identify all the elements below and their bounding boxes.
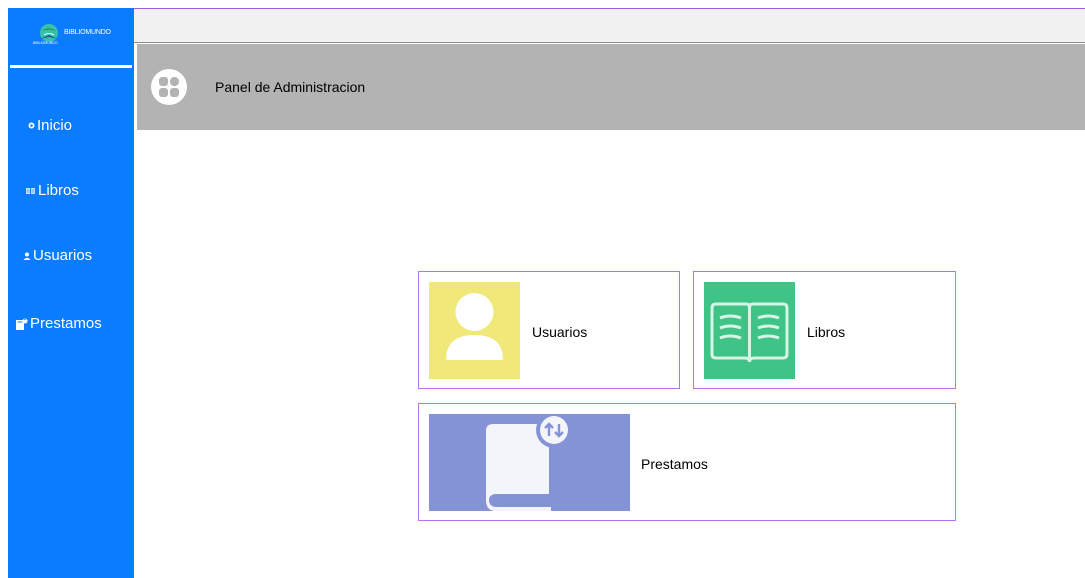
home-icon: [28, 122, 35, 129]
card-label: Usuarios: [532, 324, 588, 340]
book-transfer-icon: [429, 414, 630, 511]
usuarios-card[interactable]: Usuarios: [418, 271, 680, 389]
sidebar: BIBLIOMUNDO BIBLIOMUNDO Inicio Libros Us…: [8, 8, 134, 578]
open-book-icon: [704, 282, 795, 379]
sidebar-divider: [10, 65, 132, 68]
books-icon: [26, 187, 36, 194]
dashboard-grid-icon: [151, 69, 187, 105]
brand-subtitle: BIBLIOMUNDO: [33, 41, 58, 45]
brand[interactable]: BIBLIOMUNDO BIBLIOMUNDO: [8, 8, 134, 64]
sidebar-item-inicio[interactable]: Inicio: [28, 117, 72, 134]
loan-icon: [15, 318, 28, 330]
top-bar: [134, 8, 1085, 43]
user-avatar-icon: [429, 282, 520, 379]
card-label: Prestamos: [641, 456, 708, 472]
user-icon: [23, 252, 31, 260]
sidebar-item-label: Prestamos: [30, 315, 102, 332]
sidebar-item-prestamos[interactable]: Prestamos: [15, 315, 102, 332]
sidebar-item-libros[interactable]: Libros: [26, 182, 79, 199]
card-label: Libros: [807, 324, 846, 340]
sidebar-item-usuarios[interactable]: Usuarios: [23, 247, 92, 264]
libros-card[interactable]: Libros: [693, 271, 956, 389]
prestamos-card[interactable]: Prestamos: [418, 403, 956, 521]
sidebar-item-label: Libros: [38, 182, 79, 199]
brand-name: BIBLIOMUNDO: [64, 29, 111, 36]
page-header: Panel de Administracion: [137, 44, 1085, 130]
page-title: Panel de Administracion: [215, 79, 366, 95]
sidebar-item-label: Inicio: [37, 117, 73, 134]
sidebar-item-label: Usuarios: [33, 247, 93, 264]
